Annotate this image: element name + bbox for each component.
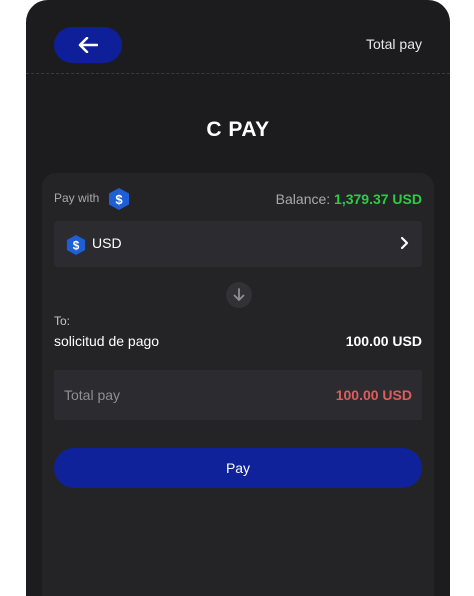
dollar-hex-icon: $ — [108, 187, 130, 211]
app-title: C PAY — [206, 118, 270, 141]
currency-select[interactable]: $ USD — [54, 221, 422, 267]
app-screen: Total pay C PAY Pay with $ Balance: 1,37… — [26, 0, 450, 596]
currency-label: USD — [92, 235, 122, 251]
arrow-left-icon — [78, 37, 98, 53]
pay-with-label: Pay with — [54, 191, 100, 205]
dollar-hex-icon: $ — [66, 234, 86, 256]
recipient-name: solicitud de pago — [54, 333, 160, 349]
svg-text:$: $ — [73, 239, 80, 253]
pay-button[interactable]: Pay — [54, 448, 422, 488]
payment-amount: 100.00 USD — [345, 333, 422, 349]
page: Total pay C PAY Pay with $ Balance: 1,37… — [0, 0, 474, 596]
header-title: Total pay — [365, 36, 422, 52]
arrow-down-icon — [226, 282, 252, 308]
total-pay-value: 100.00 USD — [335, 387, 412, 403]
balance: Balance: 1,379.37 USD — [276, 191, 422, 207]
svg-text:$: $ — [115, 192, 123, 207]
header: Total pay — [26, 0, 450, 74]
to-label: To: — [54, 314, 71, 328]
chevron-right-icon — [400, 236, 409, 250]
payment-card: Pay with $ Balance: 1,379.37 USD $ USD T… — [42, 173, 434, 596]
pay-with-row: Pay with $ Balance: 1,379.37 USD — [54, 185, 422, 213]
total-pay-label: Total pay — [64, 387, 121, 403]
total-pay-box: Total pay 100.00 USD — [54, 370, 422, 420]
back-button[interactable] — [54, 27, 122, 63]
balance-value: 1,379.37 USD — [334, 191, 422, 207]
balance-label: Balance: — [275, 191, 331, 207]
